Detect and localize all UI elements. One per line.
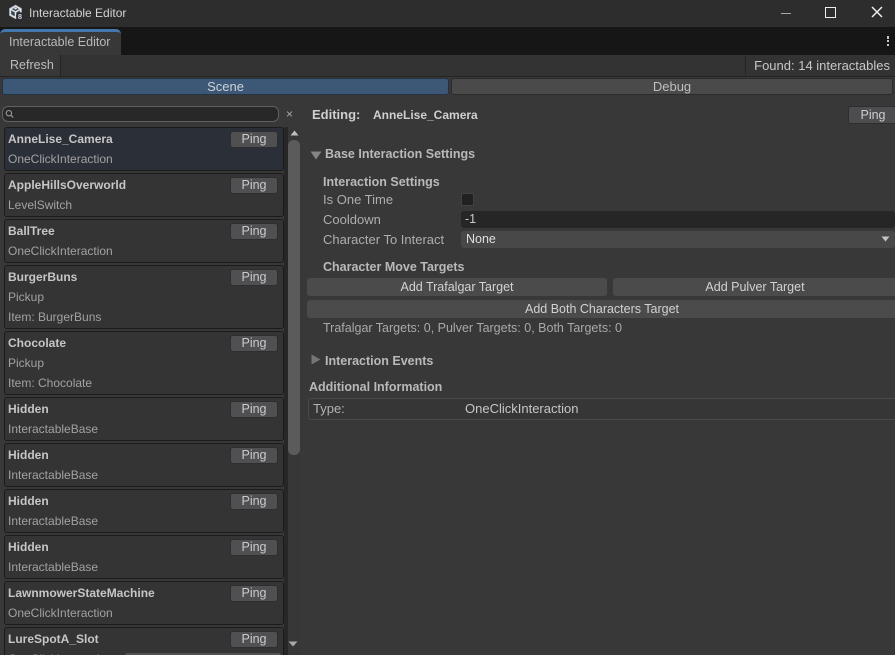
svg-text:8: 8 [18, 12, 22, 21]
